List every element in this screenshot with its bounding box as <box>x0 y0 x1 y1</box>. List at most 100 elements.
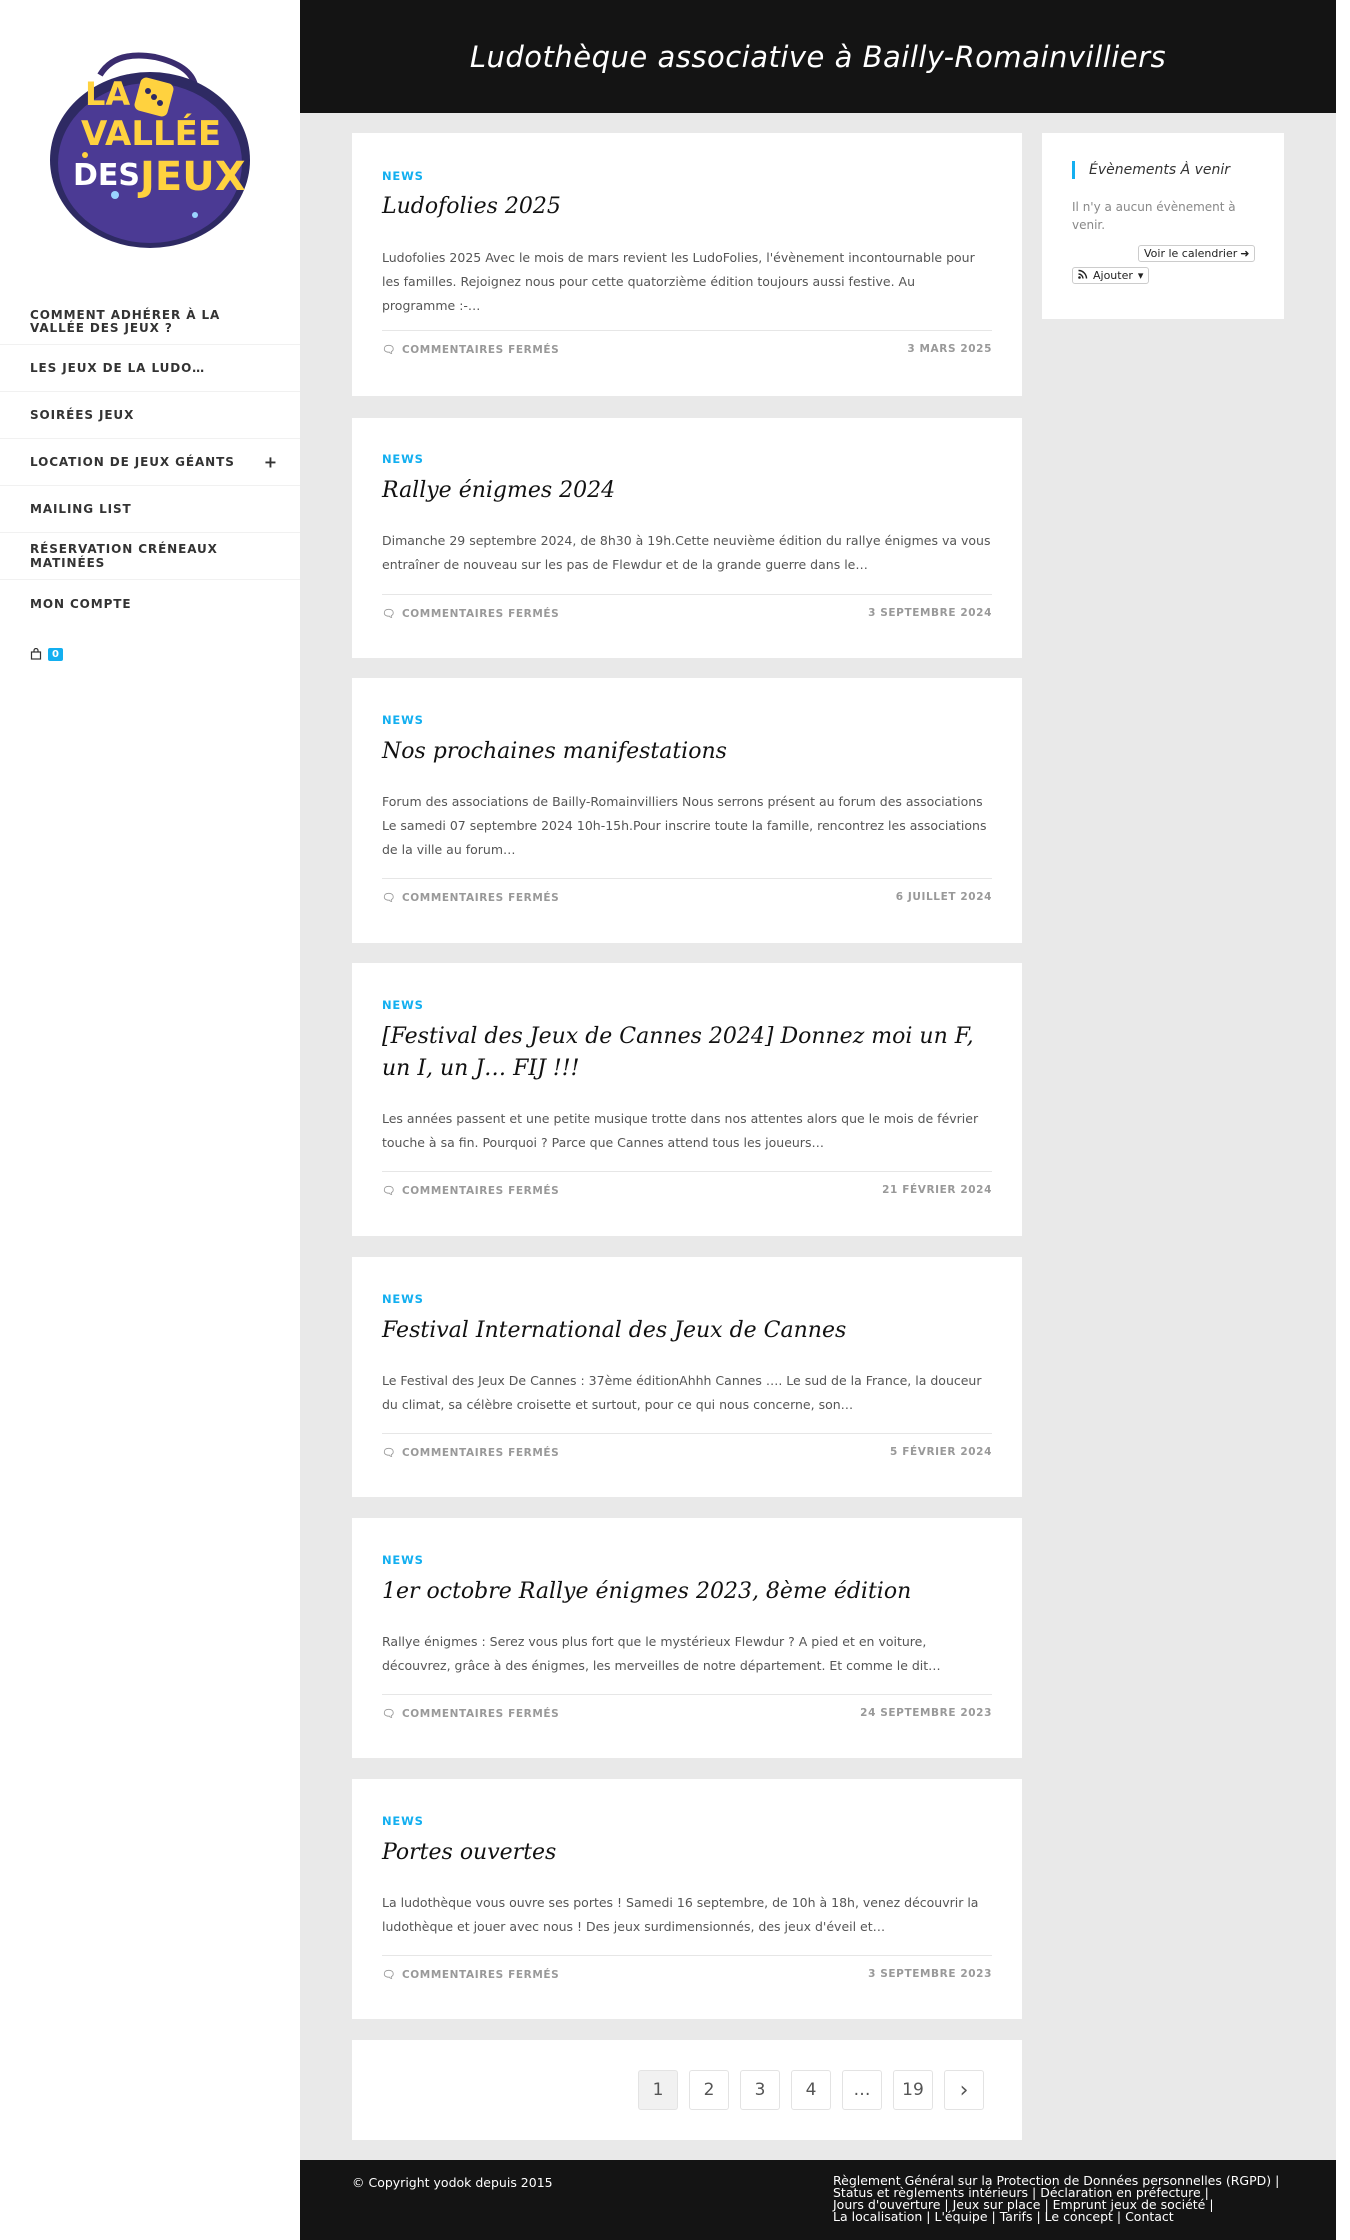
arrow-right-icon: ➜ <box>1240 247 1250 260</box>
post-card: NEWS 1er octobre Rallye énigmes 2023, 8è… <box>352 1518 1022 1758</box>
post-title[interactable]: [Festival des Jeux de Cannes 2024] Donne… <box>382 1021 992 1085</box>
logo-text-des: DES <box>73 158 140 193</box>
nav-item-label: MON COMPTE <box>30 596 132 611</box>
nav-item-adherer[interactable]: COMMENT ADHÉRER À LA VALLÉE DES JEUX ? <box>0 295 300 345</box>
post-excerpt: Forum des associations de Bailly-Romainv… <box>382 794 987 857</box>
post-excerpt: Ludofolies 2025 Avec le mois de mars rev… <box>382 250 975 313</box>
post-card: NEWS Festival International des Jeux de … <box>352 1257 1022 1497</box>
post-category[interactable]: NEWS <box>382 1553 424 1567</box>
comment-icon: 🗨 <box>382 608 396 620</box>
footer-link[interactable]: La localisation <box>833 2209 922 2224</box>
post-excerpt: Dimanche 29 septembre 2024, de 8h30 à 19… <box>382 533 991 572</box>
post-date: 5 FÉVRIER 2024 <box>890 1446 992 1458</box>
site-footer: © Copyright yodok depuis 2015 Règlement … <box>300 2160 1336 2240</box>
no-events-text: Il n'y a aucun évènement à venir. <box>1072 200 1236 232</box>
post-comments-status: COMMENTAIRES FERMÉS <box>401 891 560 904</box>
main-navigation: COMMENT ADHÉRER À LA VALLÉE DES JEUX ? L… <box>0 295 300 627</box>
footer-link[interactable]: L'équipe <box>935 2209 988 2224</box>
post-comments-status: COMMENTAIRES FERMÉS <box>401 1707 560 1720</box>
page-link-current[interactable]: 1 <box>638 2070 678 2110</box>
post-meta: 🗨 COMMENTAIRES FERMÉS 3 MARS 2025 <box>382 330 992 356</box>
comment-icon: 🗨 <box>382 344 396 356</box>
comment-icon: 🗨 <box>382 892 396 904</box>
nav-item-mailing-list[interactable]: MAILING LIST <box>0 486 300 533</box>
comment-icon: 🗨 <box>382 1185 396 1197</box>
nav-item-label: LES JEUX DE LA LUDO… <box>30 361 206 375</box>
nav-item-location-jeux-geants[interactable]: LOCATION DE JEUX GÉANTS + <box>0 439 300 486</box>
nav-item-jeux-ludo[interactable]: LES JEUX DE LA LUDO… <box>0 345 300 392</box>
widget-title: Évènements À venir <box>1072 161 1272 179</box>
post-meta: 🗨 COMMENTAIRES FERMÉS 21 FÉVRIER 2024 <box>382 1171 992 1197</box>
page-link[interactable]: 4 <box>791 2070 831 2110</box>
post-meta: 🗨 COMMENTAIRES FERMÉS 3 SEPTEMBRE 2024 <box>382 594 992 620</box>
post-meta: 🗨 COMMENTAIRES FERMÉS 6 JUILLET 2024 <box>382 878 992 904</box>
post-excerpt: La ludothèque vous ouvre ses portes ! Sa… <box>382 1895 979 1934</box>
post-comments-status: COMMENTAIRES FERMÉS <box>401 1446 560 1459</box>
post-excerpt: Les années passent et une petite musique… <box>382 1111 979 1150</box>
post-category[interactable]: NEWS <box>382 169 424 183</box>
comment-icon: 🗨 <box>382 1447 396 1459</box>
add-feed-button[interactable]: Ajouter ▾ <box>1072 267 1150 284</box>
footer-links: Règlement Général sur la Protection de D… <box>833 2173 1280 2224</box>
post-card: NEWS Ludofolies 2025 Ludofolies 2025 Ave… <box>352 133 1022 396</box>
post-date: 24 SEPTEMBRE 2023 <box>860 1707 992 1719</box>
pagination: 1 2 3 4 … 19 › <box>352 2040 1022 2140</box>
footer-link[interactable]: Contact <box>1125 2209 1174 2224</box>
sidebar: LA VALLÉE DES JEUX COMMENT ADHÉRER À LA … <box>0 0 300 2240</box>
footer-link[interactable]: Tarifs <box>1000 2209 1033 2224</box>
post-comments-status: COMMENTAIRES FERMÉS <box>401 1184 560 1197</box>
post-card: NEWS Rallye énigmes 2024 Dimanche 29 sep… <box>352 418 1022 658</box>
site-logo[interactable]: LA VALLÉE DES JEUX <box>45 45 255 250</box>
nav-item-reservation[interactable]: RÉSERVATION CRÉNEAUX MATINÉES <box>0 533 300 580</box>
post-category[interactable]: NEWS <box>382 713 424 727</box>
post-title[interactable]: Ludofolies 2025 <box>382 191 992 223</box>
site-header: Ludothèque associative à Bailly-Romainvi… <box>300 0 1336 113</box>
page-gutter <box>1336 0 1350 2240</box>
post-category[interactable]: NEWS <box>382 1814 424 1828</box>
nav-item-label: SOIRÉES JEUX <box>30 408 135 422</box>
post-date: 3 MARS 2025 <box>907 343 992 355</box>
site-title[interactable]: Ludothèque associative à Bailly-Romainvi… <box>470 40 1166 74</box>
post-card: NEWS Portes ouvertes La ludothèque vous … <box>352 1779 1022 2019</box>
post-title[interactable]: Nos prochaines manifestations <box>382 736 992 768</box>
nav-item-mon-compte[interactable]: MON COMPTE <box>0 580 300 627</box>
nav-item-label: LOCATION DE JEUX GÉANTS <box>30 455 235 469</box>
post-date: 3 SEPTEMBRE 2024 <box>868 607 992 619</box>
post-title[interactable]: Festival International des Jeux de Canne… <box>382 1315 992 1347</box>
next-page-button[interactable]: › <box>944 2070 984 2110</box>
logo-text-jeux: JEUX <box>137 154 246 200</box>
post-date: 3 SEPTEMBRE 2023 <box>868 1968 992 1980</box>
cart-count-badge: 0 <box>48 648 63 661</box>
page-link[interactable]: 2 <box>689 2070 729 2110</box>
expand-plus-icon[interactable]: + <box>264 453 278 472</box>
post-card: NEWS [Festival des Jeux de Cannes 2024] … <box>352 963 1022 1236</box>
page-link[interactable]: 19 <box>893 2070 933 2110</box>
nav-item-label: COMMENT ADHÉRER À LA VALLÉE DES JEUX ? <box>30 307 221 335</box>
post-meta: 🗨 COMMENTAIRES FERMÉS 5 FÉVRIER 2024 <box>382 1433 992 1459</box>
post-comments-status: COMMENTAIRES FERMÉS <box>401 607 560 620</box>
comment-icon: 🗨 <box>382 1708 396 1720</box>
page-link[interactable]: 3 <box>740 2070 780 2110</box>
post-excerpt: Le Festival des Jeux De Cannes : 37ème é… <box>382 1373 982 1412</box>
post-category[interactable]: NEWS <box>382 998 424 1012</box>
post-comments-status: COMMENTAIRES FERMÉS <box>401 1968 560 1981</box>
post-title[interactable]: Portes ouvertes <box>382 1837 992 1869</box>
post-category[interactable]: NEWS <box>382 452 424 466</box>
page-ellipsis: … <box>842 2070 882 2110</box>
upcoming-events-widget: Évènements À venir Il n'y a aucun évènem… <box>1042 133 1284 319</box>
post-title[interactable]: 1er octobre Rallye énigmes 2023, 8ème éd… <box>382 1576 992 1608</box>
comment-icon: 🗨 <box>382 1969 396 1981</box>
footer-copyright: © Copyright yodok depuis 2015 <box>352 2175 553 2190</box>
view-calendar-button[interactable]: Voir le calendrier ➜ <box>1138 245 1256 262</box>
nav-item-label: MAILING LIST <box>30 502 132 516</box>
footer-link[interactable]: Le concept <box>1045 2209 1113 2224</box>
view-calendar-label: Voir le calendrier <box>1144 247 1238 260</box>
nav-item-soirees-jeux[interactable]: SOIRÉES JEUX <box>0 392 300 439</box>
cart-link[interactable]: 0 <box>30 645 63 664</box>
logo-text-la: LA <box>85 75 130 113</box>
logo-text-vallee: VALLÉE <box>81 113 221 154</box>
post-category[interactable]: NEWS <box>382 1292 424 1306</box>
shopping-bag-icon <box>30 645 42 664</box>
post-comments-status: COMMENTAIRES FERMÉS <box>401 343 560 356</box>
post-title[interactable]: Rallye énigmes 2024 <box>382 475 992 507</box>
